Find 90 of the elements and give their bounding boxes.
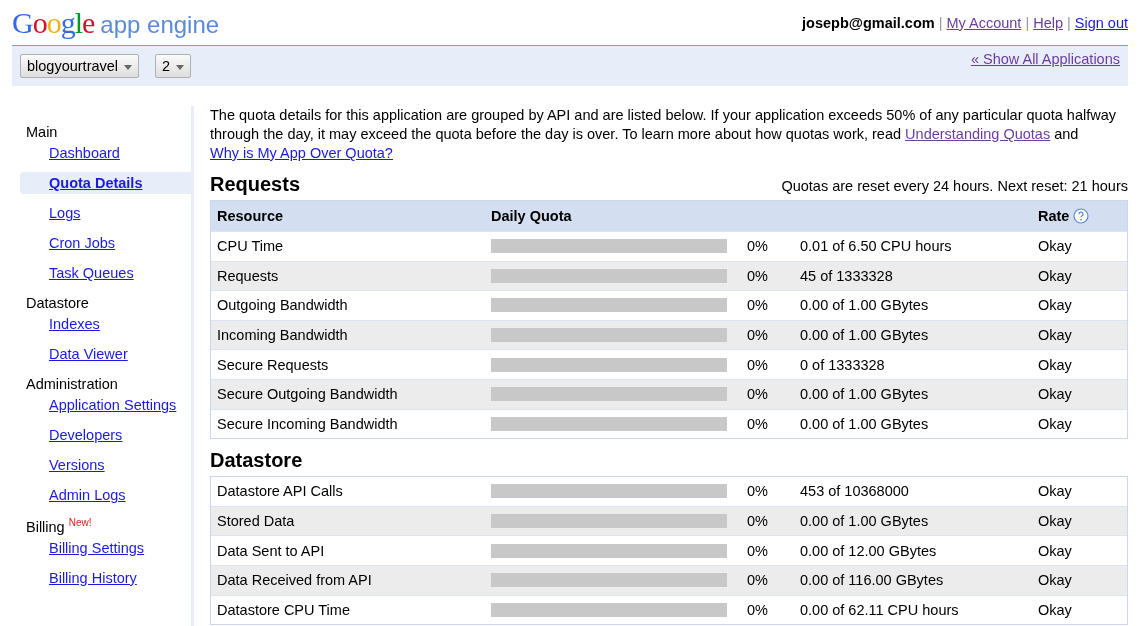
table-cell-text: Okay <box>1038 386 1073 403</box>
sidebar-heading: Datastore <box>26 295 89 311</box>
sidebar-heading: Administration <box>26 376 118 392</box>
app-dropdown[interactable]: blogyourtravel <box>20 54 140 78</box>
understanding-quotas-link[interactable]: Understanding Quotas <box>905 126 1051 142</box>
help-icon[interactable] <box>1073 208 1090 224</box>
table-cell-text: 0.00 of 1.00 GBytes <box>800 513 930 530</box>
new-label: New! <box>68 517 92 528</box>
table-cell-text: 0.00 of 62.11 CPU hours <box>800 601 960 618</box>
account-link[interactable]: My Account <box>946 15 1022 31</box>
column-header: Daily Quota <box>491 208 573 224</box>
table-cell-text: 0% <box>747 601 769 618</box>
sidebar-item[interactable]: Cron Jobs <box>20 232 191 254</box>
table-cell-text: Secure Incoming Bandwidth <box>216 415 399 432</box>
sidebar-item[interactable]: Data Viewer <box>20 343 191 365</box>
table-cell-text: Data Received from API <box>216 572 373 589</box>
table-cell-text: Okay <box>1038 238 1073 255</box>
sidebar-item[interactable]: Billing History <box>20 566 191 589</box>
table-cell-text: 0% <box>747 267 769 284</box>
table-cell-text: 0% <box>747 386 769 403</box>
sidebar-item[interactable]: Task Queues <box>20 262 191 284</box>
product-name: app engine <box>100 11 220 39</box>
table-cell-text: Okay <box>1038 356 1073 373</box>
table-cell-text: Okay <box>1038 513 1073 530</box>
table-cell-text: Outgoing Bandwidth <box>216 297 349 314</box>
sidebar-heading: Main <box>26 124 58 140</box>
sidebar-item[interactable]: Dashboard <box>20 142 191 164</box>
table-cell-text: 0% <box>747 513 769 530</box>
table-cell-text: 0.00 of 1.00 GBytes <box>800 386 930 403</box>
table-cell-text: Okay <box>1038 327 1073 344</box>
table-cell-text: 0.00 of 12.00 GBytes <box>800 542 938 559</box>
table-cell-text: 0% <box>747 238 769 255</box>
sidebar-item[interactable]: Quota Details <box>20 172 191 194</box>
intro-paragraph: The quota details for this application are grouped by API and are listed below. If your application exceeds 50% of any particular quota halfway through the day, it may exceed the quota before the day is over. To learn more about how quotas work, read Understanding Quotas and Why is My App Over Quota? <box>210 106 1117 163</box>
table-cell-text: Datastore CPU Time <box>216 601 351 618</box>
table-cell-text: 45 of 1333328 <box>800 267 894 284</box>
sidebar-item[interactable]: Indexes <box>20 313 191 335</box>
table-cell-text: Requests <box>216 267 280 284</box>
sidebar-item[interactable]: Logs <box>20 202 191 224</box>
account-link[interactable]: Sign out <box>1074 15 1128 31</box>
account-link[interactable]: Help <box>1033 15 1063 31</box>
show-all-applications-link[interactable]: « Show All Applications <box>970 51 1120 67</box>
table-cell-text: Okay <box>1038 542 1073 559</box>
table-cell-text: Datastore API Calls <box>216 483 344 500</box>
over-quota-link[interactable]: Why is My App Over Quota? <box>210 145 393 161</box>
separator: | <box>938 15 943 31</box>
sidebar-item[interactable]: Billing Settings <box>20 536 191 559</box>
table-cell-text: Stored Data <box>216 513 296 530</box>
table-cell-text: Okay <box>1038 415 1073 432</box>
table-cell-text: 0.00 of 1.00 GBytes <box>800 297 930 314</box>
table-cell-text: 0 of 1333328 <box>800 356 886 373</box>
table-cell-text: Okay <box>1038 483 1073 500</box>
sidebar-item[interactable]: Versions <box>20 454 191 476</box>
user-email: josepb@gmail.com <box>802 15 935 31</box>
table-cell-text: Okay <box>1038 572 1073 589</box>
table-cell-text: Secure Requests <box>216 356 330 373</box>
sidebar-item[interactable]: Application Settings <box>20 394 191 416</box>
table-cell-text: 0% <box>747 297 769 314</box>
table-cell-text: 0.00 of 1.00 GBytes <box>800 327 930 344</box>
table-cell-text: Okay <box>1038 297 1073 314</box>
reset-note: Quotas are reset every 24 hours. Next reset: 21 hours <box>781 178 1128 194</box>
version-dropdown[interactable]: 2 <box>155 54 192 78</box>
section-title: Datastore <box>210 449 303 473</box>
separator: | <box>1067 15 1071 31</box>
table-cell-text: 0% <box>747 483 769 500</box>
caret-icon <box>176 64 185 70</box>
sidebar-heading: Billing <box>26 518 65 535</box>
column-header: Rate <box>1038 208 1070 224</box>
table-cell-text: 0% <box>747 542 769 559</box>
table-cell-text: CPU Time <box>216 238 285 255</box>
table-cell-text: 0.00 of 116.00 GBytes <box>800 572 945 589</box>
table-cell-text: Okay <box>1038 267 1073 284</box>
table-cell-text: 0.01 of 6.50 CPU hours <box>800 238 953 255</box>
google-logo: Google <box>12 6 95 40</box>
sidebar-item[interactable]: Admin Logs <box>20 484 191 506</box>
table-cell-text: Okay <box>1038 601 1073 618</box>
table-cell-text: 0% <box>747 327 769 344</box>
separator: | <box>1025 15 1030 31</box>
table-cell-text: 0% <box>747 572 769 589</box>
sidebar-item[interactable]: Developers <box>20 424 191 446</box>
section-title: Requests <box>210 173 301 196</box>
table-cell-text: 0% <box>747 356 769 373</box>
table-cell-text: Data Sent to API <box>216 542 326 559</box>
table-cell-text: Secure Outgoing Bandwidth <box>216 386 399 403</box>
table-cell-text: 0.00 of 1.00 GBytes <box>800 415 930 432</box>
table-cell-text: 0% <box>747 415 769 432</box>
table-cell-text: Incoming Bandwidth <box>216 327 349 344</box>
column-header: Resource <box>216 208 285 224</box>
table-cell-text: 453 of 10368000 <box>800 483 910 500</box>
caret-icon <box>124 64 133 70</box>
